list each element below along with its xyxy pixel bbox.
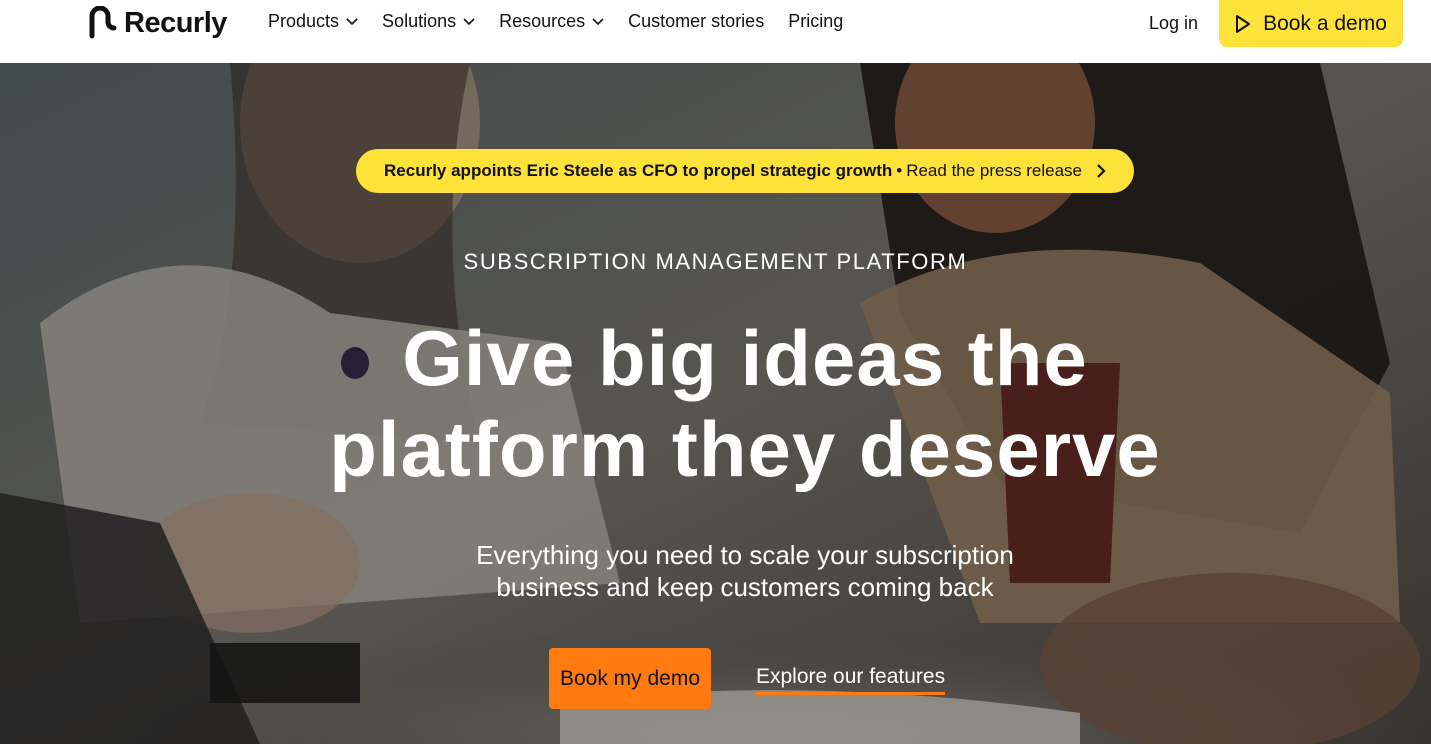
announcement-separator: • xyxy=(896,161,903,180)
nav-item-products[interactable]: Products xyxy=(268,11,358,32)
nav-item-customer-stories[interactable]: Customer stories xyxy=(628,11,764,32)
subhead-line-1: Everything you need to scale your subscr… xyxy=(476,540,1014,570)
book-my-demo-button[interactable]: Book my demo xyxy=(549,648,711,709)
headline-line-2: platform they deserve xyxy=(329,405,1161,493)
announcement-headline: Recurly appoints Eric Steele as CFO to p… xyxy=(384,161,893,180)
chevron-down-icon xyxy=(592,17,604,25)
chevron-down-icon xyxy=(463,17,475,25)
play-icon xyxy=(1236,14,1251,33)
chevron-right-icon xyxy=(1097,164,1106,178)
logo[interactable]: Recurly xyxy=(86,5,227,41)
headline-line-1: Give big ideas the xyxy=(402,314,1088,402)
top-nav: Recurly Products Solutions Resources Cus… xyxy=(0,0,1431,63)
recurly-logo-icon xyxy=(89,6,117,39)
explore-features-link[interactable]: Explore our features xyxy=(756,665,946,695)
hero-headline: Give big ideas the platform they deserve xyxy=(0,313,1431,495)
announcement-banner[interactable]: Recurly appoints Eric Steele as CFO to p… xyxy=(356,149,1134,193)
nav-item-resources[interactable]: Resources xyxy=(499,11,604,32)
nav-item-label: Customer stories xyxy=(628,11,765,31)
nav-item-label: Products xyxy=(268,11,340,31)
nav-item-label: Solutions xyxy=(382,11,457,31)
hero-subheading: Everything you need to scale your subscr… xyxy=(0,539,1431,603)
main-menu: Products Solutions Resources Customer st… xyxy=(268,11,867,32)
subhead-line-2: business and keep customers coming back xyxy=(496,572,994,602)
hero-section: Recurly appoints Eric Steele as CFO to p… xyxy=(0,63,1431,744)
hero-eyebrow: SUBSCRIPTION MANAGEMENT PLATFORM xyxy=(463,249,968,274)
login-link[interactable]: Log in xyxy=(1149,13,1198,34)
book-demo-button[interactable]: Book a demo xyxy=(1219,0,1403,47)
nav-item-solutions[interactable]: Solutions xyxy=(382,11,475,32)
nav-item-label: Resources xyxy=(499,11,586,31)
book-demo-label: Book a demo xyxy=(1263,11,1387,35)
chevron-down-icon xyxy=(346,17,358,25)
announcement-link: Read the press release xyxy=(906,161,1082,180)
logo-text: Recurly xyxy=(124,6,227,39)
nav-item-label: Pricing xyxy=(788,11,844,31)
nav-item-pricing[interactable]: Pricing xyxy=(788,11,843,32)
